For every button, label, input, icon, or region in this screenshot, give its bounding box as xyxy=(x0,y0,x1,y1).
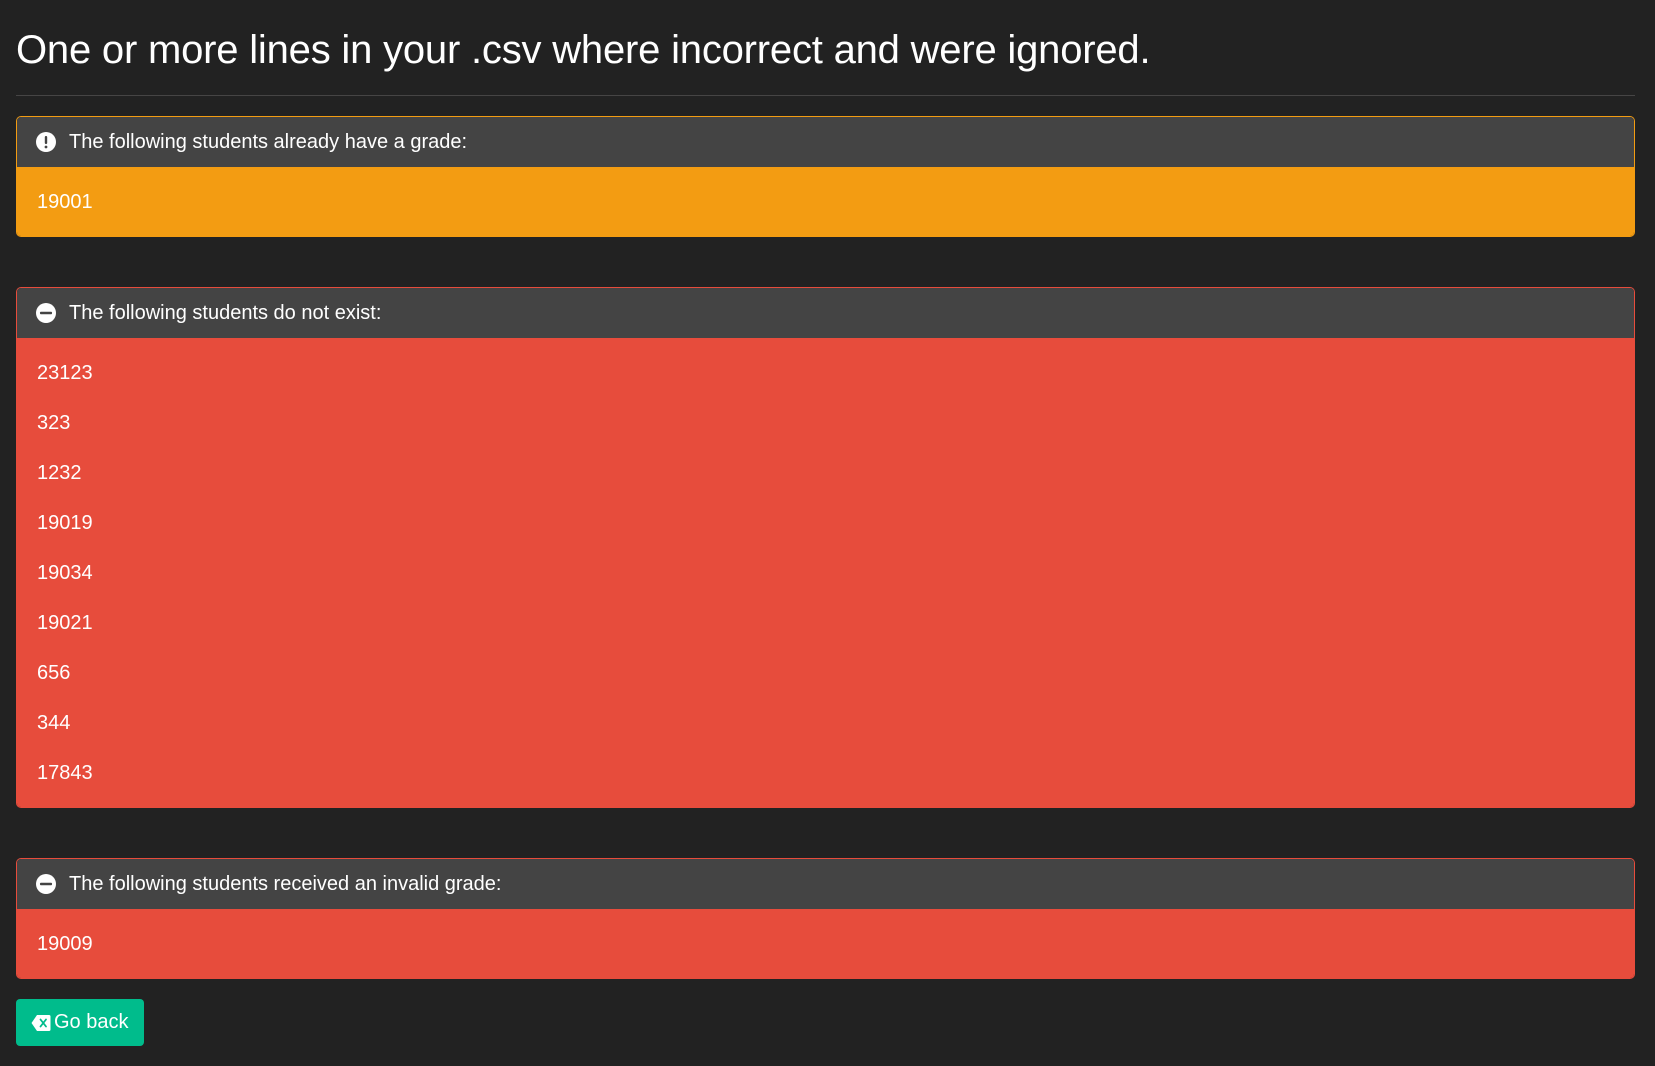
minus-circle-icon xyxy=(36,303,56,323)
already-graded-list: 19001 xyxy=(17,167,1634,236)
student-id-item: 23123 xyxy=(37,362,93,384)
exclamation-circle-icon xyxy=(36,132,56,152)
student-id-item: 1232 xyxy=(37,462,82,484)
page: One or more lines in your .csv where inc… xyxy=(0,0,1655,1066)
go-back-button[interactable]: Go back xyxy=(16,999,145,1046)
minus-circle-icon xyxy=(36,874,56,894)
not-exist-heading-text: The following students do not exist: xyxy=(69,301,382,324)
not-exist-panel: The following students do not exist: 231… xyxy=(16,287,1635,808)
student-id-item: 17843 xyxy=(37,762,93,784)
student-id-item: 19034 xyxy=(37,562,93,584)
student-id-item: 19009 xyxy=(37,933,93,955)
already-graded-panel-heading: The following students already have a gr… xyxy=(17,117,1634,167)
go-back-label: Go back xyxy=(54,1011,129,1033)
already-graded-panel: The following students already have a gr… xyxy=(16,116,1635,237)
backspace-icon xyxy=(31,1014,51,1032)
invalid-grade-heading-text: The following students received an inval… xyxy=(69,872,502,895)
invalid-grade-list: 19009 xyxy=(17,909,1634,978)
student-id-item: 656 xyxy=(37,662,71,684)
invalid-grade-panel-heading: The following students received an inval… xyxy=(17,859,1634,909)
student-id-item: 19021 xyxy=(37,612,93,634)
student-id-item: 19001 xyxy=(37,191,93,213)
already-graded-heading-text: The following students already have a gr… xyxy=(69,130,468,153)
student-id-item: 19019 xyxy=(37,512,93,534)
not-exist-list: 23123 323 1232 19019 19034 19021 656 344 17843 xyxy=(17,338,1634,807)
student-id-item: 344 xyxy=(37,712,71,734)
not-exist-panel-heading: The following students do not exist: xyxy=(17,288,1634,338)
invalid-grade-panel: The following students received an inval… xyxy=(16,858,1635,979)
page-title: One or more lines in your .csv where inc… xyxy=(16,28,1151,72)
student-id-item: 323 xyxy=(37,412,71,434)
title-divider xyxy=(16,95,1635,96)
